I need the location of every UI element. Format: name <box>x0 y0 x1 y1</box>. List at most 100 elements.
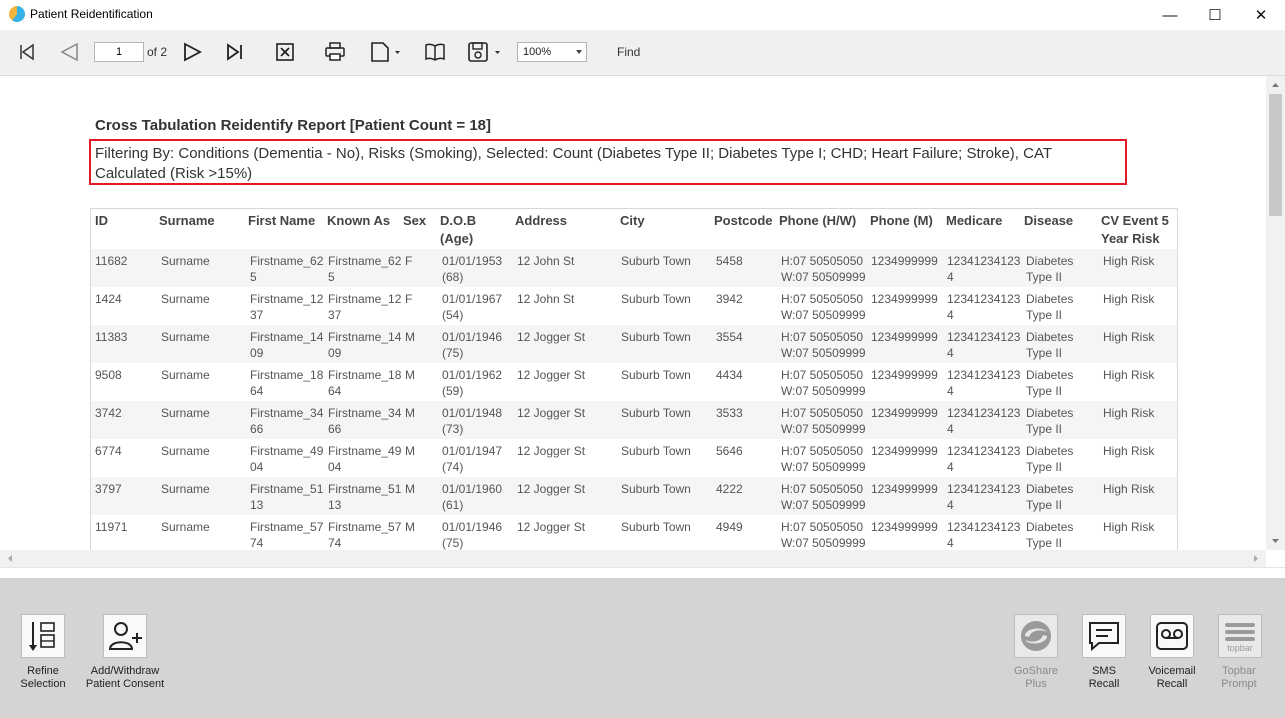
filter-highlight-box: Filtering By: Conditions (Dementia - No)… <box>89 139 1127 185</box>
cell-cv-risk: High Risk <box>1103 254 1155 268</box>
voicemail-recall-button[interactable] <box>1150 614 1194 658</box>
cell-cv-risk: High Risk <box>1103 292 1155 306</box>
table-row[interactable]: 6774 Surname Firstname_49 04 Firstname_49 04 M… <box>91 439 1177 477</box>
cell-known-as: Firstname_12 37 <box>328 292 402 322</box>
column-header-first-name: First Name <box>248 213 316 228</box>
cell-dob: 01/01/1960 (61) <box>442 482 503 512</box>
bottom-action-bar: Refine Selection Add/Withdraw Patient Cons… <box>0 578 1285 718</box>
close-report-button[interactable] <box>274 40 296 64</box>
scroll-left-icon[interactable] <box>4 550 16 567</box>
goshare-plus-button[interactable] <box>1014 614 1058 658</box>
print-button[interactable] <box>323 40 347 64</box>
document-dropdown-icon <box>371 42 400 62</box>
cell-known-as: Firstname_18 64 <box>328 368 402 398</box>
goshare-logo-icon <box>1021 621 1051 651</box>
cell-phone-hw: H:07 50505050 W:07 50509999 <box>781 520 866 550</box>
refine-selection-button[interactable] <box>21 614 65 658</box>
cell-first-name: Firstname_51 13 <box>250 482 324 512</box>
page-count-label: of 2 <box>147 45 168 59</box>
vertical-scrollbar[interactable] <box>1266 76 1285 550</box>
sms-recall-button[interactable] <box>1082 614 1126 658</box>
cell-medicare: 12341234123 4 <box>947 406 1021 436</box>
cell-first-name: Firstname_57 74 <box>250 520 324 550</box>
cell-city: Suburb Town <box>621 368 691 382</box>
vertical-scroll-thumb[interactable] <box>1269 94 1282 216</box>
voicemail-icon <box>1156 622 1188 650</box>
cell-id: 3742 <box>95 406 122 420</box>
last-page-button[interactable] <box>224 40 246 64</box>
cell-sex: M <box>405 482 415 496</box>
horizontal-scrollbar[interactable] <box>0 550 1266 567</box>
cell-id: 11971 <box>95 520 128 534</box>
column-header-postcode: Postcode <box>714 213 773 228</box>
refine-selection-label: Refine Selection <box>20 665 66 690</box>
scroll-down-icon[interactable] <box>1266 535 1285 547</box>
cell-dob: 01/01/1948 (73) <box>442 406 503 436</box>
cell-city: Suburb Town <box>621 444 691 458</box>
column-header-dob: D.O.B (Age) <box>440 213 477 246</box>
table-row[interactable]: 9508 Surname Firstname_18 64 Firstname_18 64 M… <box>91 363 1177 401</box>
table-row[interactable]: 11682 Surname Firstname_62 5 Firstname_62 5 F 0… <box>91 249 1177 287</box>
scroll-up-icon[interactable] <box>1266 79 1285 91</box>
cell-sex: M <box>405 368 415 382</box>
cell-id: 11682 <box>95 254 128 268</box>
table-row[interactable]: 3797 Surname Firstname_51 13 Firstname_51 13 M… <box>91 477 1177 515</box>
cell-phone-hw: H:07 50505050 W:07 50509999 <box>781 482 866 512</box>
first-page-icon <box>20 43 34 61</box>
book-view-button[interactable] <box>423 40 447 64</box>
cell-surname: Surname <box>161 330 210 344</box>
report-title: Cross Tabulation Reidentify Report [Pati… <box>95 117 492 134</box>
cell-dob: 01/01/1953 (68) <box>442 254 503 284</box>
printer-icon <box>325 42 345 61</box>
next-page-button[interactable] <box>180 40 204 64</box>
cell-disease: Diabetes Type II <box>1026 406 1074 436</box>
save-dropdown-icon <box>468 42 500 62</box>
zoom-value: 100% <box>523 46 552 58</box>
patient-table: ID Surname First Name Known As Sex D.O.B (Age)… <box>90 208 1178 550</box>
cell-sex: F <box>405 292 413 306</box>
table-row[interactable]: 11383 Surname Firstname_14 09 Firstname_14 09… <box>91 325 1177 363</box>
zoom-select[interactable]: 100% <box>517 42 587 62</box>
cell-disease: Diabetes Type II <box>1026 520 1074 550</box>
cell-city: Suburb Town <box>621 254 691 268</box>
cell-postcode: 4222 <box>716 482 743 496</box>
cell-address: 12 Jogger St <box>517 330 586 344</box>
maximize-button[interactable]: ☐ <box>1192 0 1238 30</box>
cell-address: 12 John St <box>517 254 575 268</box>
cell-phone-m: 1234999999 <box>871 330 938 344</box>
first-page-button[interactable] <box>16 40 38 64</box>
cell-surname: Surname <box>161 368 210 382</box>
cell-first-name: Firstname_14 09 <box>250 330 324 360</box>
cell-phone-m: 1234999999 <box>871 368 938 382</box>
topbar-prompt-button[interactable]: topbar <box>1218 614 1262 658</box>
cell-phone-hw: H:07 50505050 W:07 50509999 <box>781 292 866 322</box>
cell-phone-m: 1234999999 <box>871 292 938 306</box>
cell-address: 12 Jogger St <box>517 520 586 534</box>
cell-disease: Diabetes Type II <box>1026 330 1074 360</box>
window-title: Patient Reidentification <box>30 7 153 21</box>
previous-page-button[interactable] <box>57 40 81 64</box>
app-logo-icon <box>9 6 25 22</box>
cell-city: Suburb Town <box>621 292 691 306</box>
close-window-button[interactable]: ✕ <box>1238 0 1284 30</box>
cell-first-name: Firstname_49 04 <box>250 444 324 474</box>
table-row[interactable]: 11971 Surname Firstname_57 74 Firstname_57 74… <box>91 515 1177 550</box>
patient-consent-button[interactable] <box>103 614 147 658</box>
minimize-button[interactable]: — <box>1147 0 1193 30</box>
page-number-input[interactable] <box>94 42 144 62</box>
save-button[interactable] <box>466 40 502 64</box>
filter-description: Filtering By: Conditions (Dementia - No)… <box>95 145 1052 182</box>
scroll-right-icon[interactable] <box>1250 550 1262 567</box>
cell-phone-m: 1234999999 <box>871 520 938 534</box>
find-button[interactable]: Find <box>617 45 640 59</box>
table-row[interactable]: 1424 Surname Firstname_12 37 Firstname_12 37 F… <box>91 287 1177 325</box>
table-row[interactable]: 3742 Surname Firstname_34 66 Firstname_34 66 M… <box>91 401 1177 439</box>
cell-address: 12 Jogger St <box>517 406 586 420</box>
cell-phone-m: 1234999999 <box>871 482 938 496</box>
column-header-medicare: Medicare <box>946 213 1003 228</box>
column-header-cv-risk: CV Event 5 Year Risk <box>1101 213 1169 246</box>
sms-recall-label: SMS Recall <box>1088 665 1120 690</box>
cell-disease: Diabetes Type II <box>1026 482 1074 512</box>
export-document-button[interactable] <box>368 40 402 64</box>
cell-city: Suburb Town <box>621 520 691 534</box>
